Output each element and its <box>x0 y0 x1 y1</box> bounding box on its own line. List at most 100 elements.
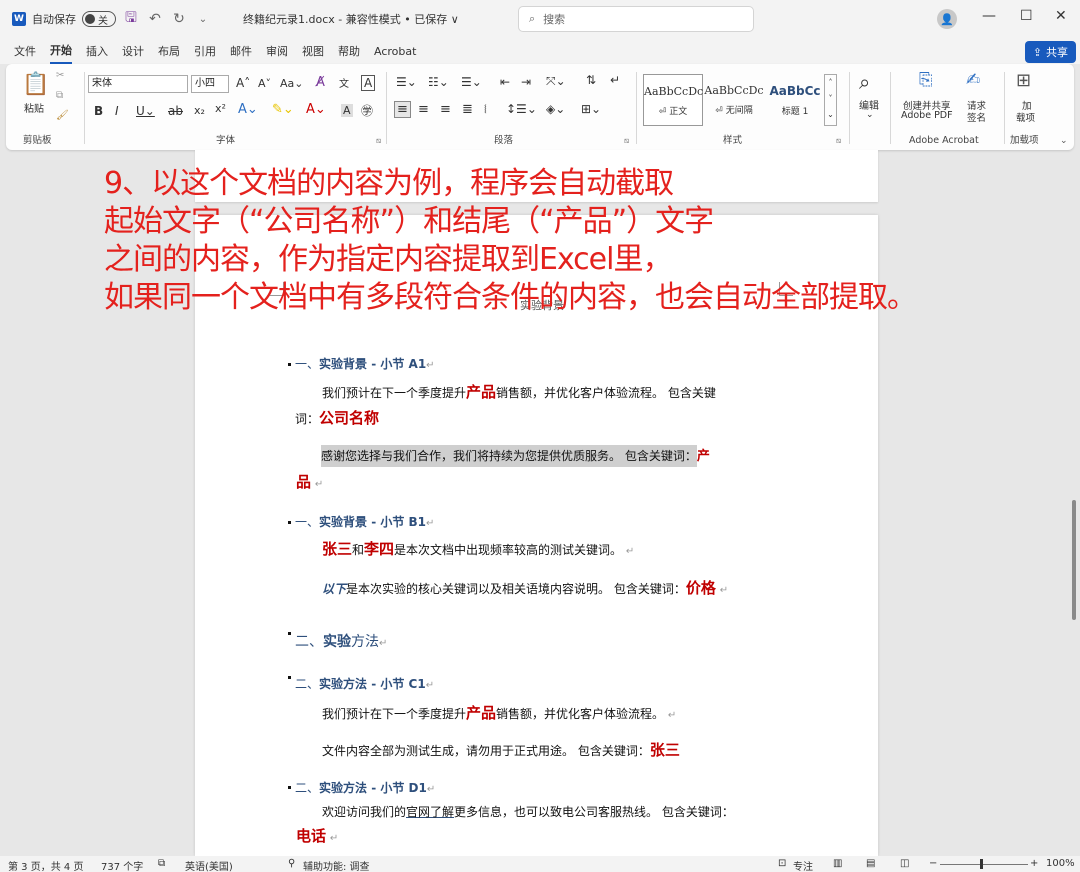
char-shading-icon[interactable]: A <box>341 104 353 117</box>
align-center-icon[interactable]: ≡ <box>418 102 429 117</box>
subscript-icon[interactable]: x₂ <box>194 104 205 117</box>
addins-line2[interactable]: 载项 <box>1016 110 1035 124</box>
word-count[interactable]: 737 个字 <box>101 858 143 872</box>
tab-design[interactable]: 设计 <box>122 39 144 63</box>
search-input[interactable]: ⌕ 搜索 <box>518 6 754 32</box>
highlight-icon[interactable]: ✎⌄ <box>272 102 294 117</box>
restore-button[interactable]: ☐ <box>1020 8 1033 24</box>
redo-icon[interactable]: ↻ <box>170 11 188 27</box>
paragraph-3[interactable]: 张三和李四是本次文档中出现频率较高的测试关键词。 ↵ <box>322 538 634 559</box>
paragraph-4[interactable]: 以下是本次实验的核心关键词以及相关语境内容说明。 包含关键词：价格 ↵ <box>322 577 728 598</box>
paragraph-7-cont[interactable]: 电话 ↵ <box>296 825 338 846</box>
tab-layout[interactable]: 布局 <box>158 39 180 63</box>
paste-button[interactable]: 粘贴 <box>24 100 44 115</box>
zoom-in-icon[interactable]: + <box>1030 858 1038 869</box>
change-case-icon[interactable]: Aa⌄ <box>280 77 303 90</box>
paragraph-1-cont[interactable]: 词：公司名称 <box>295 407 379 428</box>
paragraph-2-cont[interactable]: 品 ↵ <box>296 471 323 492</box>
tab-view[interactable]: 视图 <box>302 39 324 63</box>
tab-help[interactable]: 帮助 <box>338 39 360 63</box>
tab-acrobat[interactable]: Acrobat <box>374 41 416 62</box>
proofing-icon[interactable]: ⧉ <box>158 858 165 869</box>
save-icon[interactable]: 🖫 <box>122 7 140 31</box>
create-share-pdf-line2[interactable]: Adobe PDF <box>901 110 953 121</box>
heading-d1[interactable]: 二、实验方法 - 小节 D1↵ <box>295 779 435 796</box>
vertical-scrollbar[interactable] <box>1072 500 1076 620</box>
language-status[interactable]: 英语(美国) <box>185 858 233 872</box>
style-normal[interactable]: AaBbCcDc ⏎ 正文 <box>643 74 703 126</box>
sort-icon[interactable]: ⇅ <box>586 73 596 87</box>
font-dialog-icon[interactable]: ⧅ <box>376 136 381 146</box>
align-right-icon[interactable]: ≡ <box>440 102 451 117</box>
grow-font-icon[interactable]: A˄ <box>236 76 250 90</box>
tab-insert[interactable]: 插入 <box>86 39 108 63</box>
tab-references[interactable]: 引用 <box>194 39 216 63</box>
paragraph-5[interactable]: 我们预计在下一个季度提升产品销售额，并优化客户体验流程。 ↵ <box>322 702 676 723</box>
zoom-slider[interactable] <box>940 864 1028 865</box>
zoom-level[interactable]: 100% <box>1046 858 1075 869</box>
paragraph-1[interactable]: 我们预计在下一个季度提升产品销售额，并优化客户体验流程。 包含关键 <box>322 381 716 402</box>
undo-icon[interactable]: ↶ <box>146 11 164 27</box>
phonetic-guide-icon[interactable]: 文 <box>339 75 349 90</box>
font-size-select[interactable]: 小四 <box>191 75 229 93</box>
borders-icon[interactable]: ⊞⌄ <box>581 102 601 116</box>
increase-indent-icon[interactable]: ⇥ <box>521 75 531 89</box>
style-heading-1[interactable]: AaBbCc 标题 1 <box>765 74 825 126</box>
customize-toolbar-icon[interactable]: ⌄ <box>194 14 212 25</box>
tab-mailings[interactable]: 邮件 <box>230 39 252 63</box>
paste-icon[interactable]: 📋 <box>22 72 49 97</box>
autosave-toggle[interactable]: 关 <box>82 11 116 27</box>
justify-icon[interactable]: ≣ <box>462 102 473 117</box>
avatar[interactable]: 👤 <box>937 9 957 29</box>
paragraph-7[interactable]: 欢迎访问我们的官网了解更多信息，也可以致电公司客服热线。 包含关键词： <box>322 803 734 820</box>
share-button[interactable]: ⇪ 共享 <box>1024 41 1076 63</box>
style-no-spacing[interactable]: AaBbCcDc ⏎ 无间隔 <box>704 74 764 126</box>
focus-mode[interactable]: 专注 <box>793 858 813 872</box>
cut-icon[interactable]: ✂ <box>56 70 64 81</box>
heading-methods[interactable]: 二、实验方法↵ <box>295 631 387 651</box>
text-effects-icon[interactable]: A⌄ <box>238 102 258 117</box>
minimize-button[interactable]: — <box>982 8 996 24</box>
font-color-icon[interactable]: A⌄ <box>306 102 326 117</box>
italic-icon[interactable]: I <box>115 104 119 118</box>
font-name-select[interactable]: 宋体 <box>88 75 188 93</box>
char-border-icon[interactable]: A <box>361 75 376 91</box>
paragraph-dialog-icon[interactable]: ⧅ <box>624 136 629 146</box>
paragraph-2-selected[interactable]: 感谢您选择与我们合作，我们将持续为您提供优质服务。 包含关键词：产 <box>321 443 710 469</box>
request-sign-line2[interactable]: 签名 <box>967 110 986 124</box>
create-pdf-icon[interactable]: ⎘ <box>919 70 933 90</box>
tab-review[interactable]: 审阅 <box>266 39 288 63</box>
decrease-indent-icon[interactable]: ⇤ <box>500 75 510 89</box>
document-title[interactable]: 终籍纪元录1.docx - 兼容性模式 • 已保存 ∨ <box>243 11 459 27</box>
page-count[interactable]: 第 3 页，共 4 页 <box>8 858 83 872</box>
zoom-out-icon[interactable]: − <box>929 858 937 869</box>
strikethrough-icon[interactable]: ab <box>168 104 183 118</box>
find-icon[interactable]: ⌕ <box>859 70 870 94</box>
numbering-icon[interactable]: ☷⌄ <box>428 75 449 89</box>
heading-a1[interactable]: 一、实验背景 - 小节 A1↵ <box>295 355 435 372</box>
addins-icon[interactable]: ⊞ <box>1016 70 1031 91</box>
underline-icon[interactable]: U⌄ <box>136 104 155 118</box>
tab-file[interactable]: 文件 <box>14 39 36 63</box>
styles-scroll[interactable]: ˄ ˅ ⌄ <box>824 74 837 126</box>
copy-icon[interactable]: ⧉ <box>56 90 63 101</box>
enclose-char-icon[interactable]: ㊫ <box>361 102 373 119</box>
shading-icon[interactable]: ◈⌄ <box>546 102 565 116</box>
bullets-icon[interactable]: ☰⌄ <box>396 75 417 89</box>
tab-home[interactable]: 开始 <box>50 38 72 64</box>
ribbon-collapse-icon[interactable]: ⌄ <box>1060 136 1068 146</box>
accessibility-status[interactable]: 辅助功能: 调查 <box>303 858 370 872</box>
show-marks-icon[interactable]: ↵ <box>610 73 620 87</box>
distribute-icon[interactable]: ⧙ <box>484 102 487 117</box>
align-left-icon[interactable]: ≡ <box>394 101 411 118</box>
chinese-layout-icon[interactable]: ⤧⌄ <box>546 74 566 89</box>
heading-b1[interactable]: 一、实验背景 - 小节 B1↵ <box>295 513 434 530</box>
paragraph-6[interactable]: 文件内容全部为测试生成，请勿用于正式用途。 包含关键词：张三 <box>322 739 680 760</box>
format-painter-icon[interactable]: 🖌 <box>56 110 69 121</box>
heading-c1[interactable]: 二、实验方法 - 小节 C1↵ <box>295 675 434 692</box>
zoom-slider-thumb[interactable] <box>980 859 983 869</box>
bold-icon[interactable]: B <box>94 104 103 118</box>
web-layout-icon[interactable]: ◫ <box>900 858 909 869</box>
line-spacing-icon[interactable]: ↕☰⌄ <box>506 102 537 116</box>
shrink-font-icon[interactable]: A˅ <box>258 77 271 90</box>
